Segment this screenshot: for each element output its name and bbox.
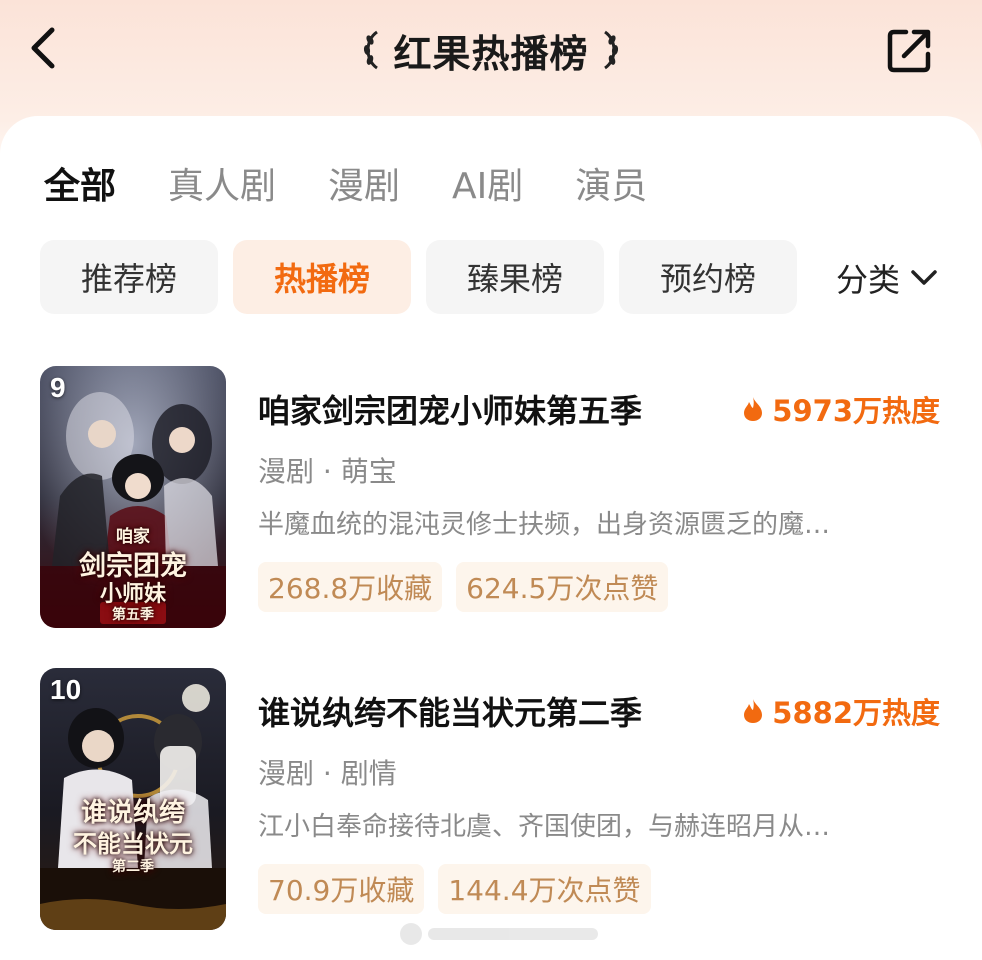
- item-description: 江小白奉命接待北虞、齐国使团，与赫连昭月从…: [258, 812, 831, 842]
- heat-text: 5973万热度: [772, 394, 940, 428]
- heat-text: 5882万热度: [772, 696, 940, 730]
- cover-image: 10 谁说纨绔 不能当状元 第二季: [40, 668, 226, 930]
- tab-hot-ranking[interactable]: 热播榜: [233, 240, 411, 314]
- category-dropdown[interactable]: 分类: [836, 254, 938, 302]
- item-stats: 70.9万收藏 144.4万次点赞: [258, 864, 651, 914]
- watermark: [400, 922, 610, 946]
- cover-text-line: 第二季: [112, 859, 154, 875]
- favorites-badge: 268.8万收藏: [258, 562, 443, 612]
- likes-badge: 144.4万次点赞: [438, 864, 651, 914]
- list-item[interactable]: 10 谁说纨绔 不能当状元 第二季 谁说纨绔不能当状元第二季 5882万热度 漫…: [40, 668, 952, 930]
- cover-text-line: 不能当状元: [73, 829, 193, 858]
- fire-icon: [744, 397, 763, 421]
- favorites-badge: 70.9万收藏: [258, 864, 425, 914]
- cover-image: 9 咱家 剑宗团宠 小师妹 第五季: [40, 366, 226, 628]
- heat-score: 5882万热度: [742, 690, 940, 732]
- tab-premium-ranking[interactable]: 臻果榜: [426, 240, 604, 314]
- cover-text-line: 第五季: [112, 607, 154, 623]
- ranking-tabs: 推荐榜 热播榜 臻果榜 预约榜: [40, 240, 812, 314]
- tab-all[interactable]: 全部: [44, 157, 116, 209]
- share-icon: [887, 29, 931, 73]
- item-stats: 268.8万收藏 624.5万次点赞: [258, 562, 669, 612]
- laurel-left-icon: [364, 30, 379, 70]
- chevron-down-icon: [911, 270, 937, 285]
- likes-badge: 624.5万次点赞: [456, 562, 669, 612]
- item-description: 半魔血统的混沌灵修士扶频，出身资源匮乏的魔…: [258, 510, 831, 540]
- rank-number: 9: [50, 372, 66, 403]
- tab-comic-drama[interactable]: 漫剧: [328, 157, 400, 209]
- tab-recommended-ranking[interactable]: 推荐榜: [40, 240, 218, 314]
- item-tags: 漫剧 · 剧情: [258, 757, 397, 790]
- item-tags: 漫剧 · 萌宝: [258, 455, 397, 488]
- heat-score: 5973万热度: [742, 388, 940, 430]
- list-item[interactable]: 9 咱家 剑宗团宠 小师妹 第五季 咱家剑宗团宠小师妹第五季 5973万热度 漫…: [40, 366, 952, 628]
- tab-live-action[interactable]: 真人剧: [168, 157, 276, 209]
- item-title: 咱家剑宗团宠小师妹第五季: [258, 392, 643, 430]
- rank-number: 10: [50, 674, 82, 705]
- fire-icon: [744, 699, 763, 723]
- page-title: 红果热播榜: [393, 31, 589, 76]
- main-tabs: 全部 真人剧 漫剧 AI剧 演员: [44, 158, 699, 208]
- laurel-right-icon: [603, 30, 618, 70]
- category-label: 分类: [836, 261, 901, 299]
- tab-reservation-ranking[interactable]: 预约榜: [619, 240, 797, 314]
- top-bar: 红果热播榜: [0, 0, 982, 110]
- share-button[interactable]: [884, 24, 936, 76]
- tab-actors[interactable]: 演员: [575, 157, 647, 209]
- item-title: 谁说纨绔不能当状元第二季: [258, 694, 643, 732]
- tab-ai-drama[interactable]: AI剧: [452, 157, 523, 209]
- title-group: 红果热播榜: [0, 22, 982, 78]
